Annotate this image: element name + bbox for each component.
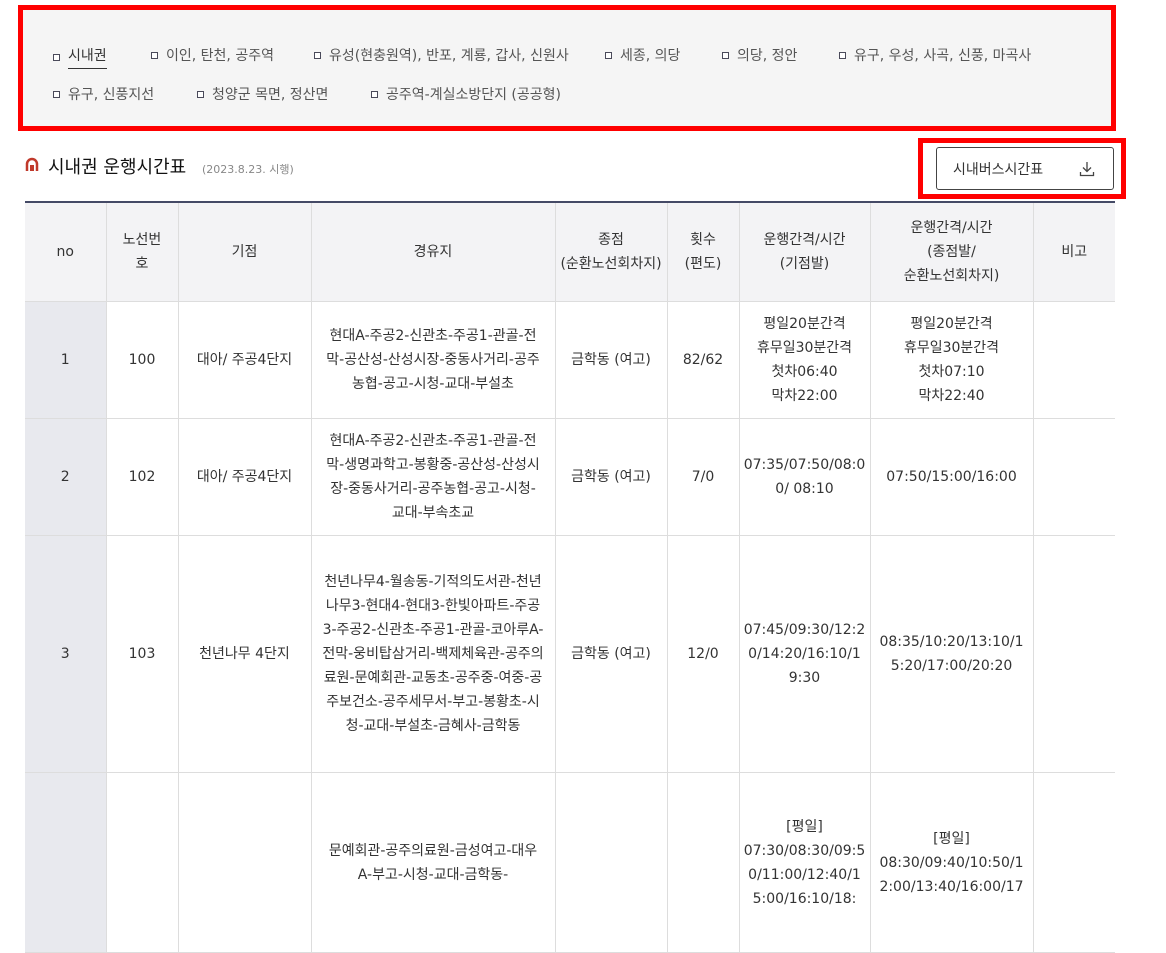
square-bullet-icon xyxy=(722,51,729,59)
download-timetable-button[interactable]: 시내버스시간표 xyxy=(936,147,1114,190)
section-title: 시내권 운행시간표 xyxy=(48,157,187,178)
cell-start-time: 평일20분간격 휴무일30분간격 첫차06:40 막차22:00 xyxy=(738,301,870,419)
cell-no: 2 xyxy=(25,418,106,536)
cell-count xyxy=(666,772,739,953)
cell-end: 금학동 (여고) xyxy=(554,418,667,536)
tab-cheongyang[interactable]: 청양군 목면, 정산면 xyxy=(197,84,328,104)
cell-route: 102 xyxy=(105,418,178,536)
cell-count: 82/62 xyxy=(666,301,739,419)
cell-end-time: [평일] 08:30/09:40/10:50/12:00/13:40/16:00… xyxy=(869,772,1033,953)
cell-start: 천년나무 4단지 xyxy=(177,535,311,773)
tab-yuseong[interactable]: 유성(현충원역), 반포, 계룡, 갑사, 신원사 xyxy=(314,45,569,65)
cell-end-time: 07:50/15:00/16:00 xyxy=(869,418,1033,536)
tab-sejong[interactable]: 세종, 의당 xyxy=(605,45,680,65)
timetable: no 노선번 호 기점 경유지 종점 (순환노선회차지) 횟수 (편도) 운행간격… xyxy=(25,201,1115,953)
cell-start: 대아/ 주공4단지 xyxy=(177,418,311,536)
download-label: 시내버스시간표 xyxy=(953,161,1044,178)
cell-via: 문예회관-공주의료원-금성여고-대우A-부고-시청-교대-금학동- xyxy=(310,772,555,953)
cell-start-time: 07:35/07:50/08:00/ 08:10 xyxy=(738,418,870,536)
square-bullet-icon xyxy=(151,51,158,59)
square-bullet-icon xyxy=(197,90,204,98)
download-icon xyxy=(1079,162,1095,177)
table-row: 문예회관-공주의료원-금성여고-대우A-부고-시청-교대-금학동- [평일] 0… xyxy=(25,772,1115,953)
square-bullet-icon xyxy=(314,51,321,59)
tab-yugu[interactable]: 유구, 우성, 사곡, 신풍, 마곡사 xyxy=(839,45,1031,65)
col-start: 기점 xyxy=(177,201,311,302)
cell-note xyxy=(1032,418,1115,536)
col-count: 횟수 (편도) xyxy=(666,201,739,302)
cell-via: 현대A-주공2-신관초-주공1-관골-전막-공산성-산성시장-중동사거리-공주농… xyxy=(310,301,555,419)
table-row: 2 102 대아/ 주공4단지 현대A-주공2-신관초-주공1-관골-전막-생명… xyxy=(25,418,1115,536)
tab-iin[interactable]: 이인, 탄천, 공주역 xyxy=(151,45,274,65)
cell-no: 3 xyxy=(25,535,106,773)
cell-end: 금학동 (여고) xyxy=(554,535,667,773)
cell-no xyxy=(25,772,106,953)
cell-route xyxy=(105,772,178,953)
cell-count: 7/0 xyxy=(666,418,739,536)
col-no: no xyxy=(25,201,106,302)
cell-start xyxy=(177,772,311,953)
cell-end-time: 08:35/10:20/13:10/15:20/17:00/20:20 xyxy=(869,535,1033,773)
col-route: 노선번 호 xyxy=(105,201,178,302)
tab-uidang[interactable]: 의당, 정안 xyxy=(722,45,797,65)
col-end-time: 운행간격/시간 (종점발/ 순환노선회차지) xyxy=(869,201,1033,302)
col-via: 경유지 xyxy=(310,201,555,302)
table-row: 1 100 대아/ 주공4단지 현대A-주공2-신관초-주공1-관골-전막-공산… xyxy=(25,301,1115,419)
cell-via: 천년나무4-월송동-기적의도서관-천년나무3-현대4-현대3-한빛아파트-주공3… xyxy=(310,535,555,773)
tab-yugu-branch[interactable]: 유구, 신풍지선 xyxy=(53,84,154,104)
square-bullet-icon xyxy=(53,53,60,61)
square-bullet-icon xyxy=(371,90,378,98)
cell-via: 현대A-주공2-신관초-주공1-관골-전막-생명과학고-봉황중-공산성-산성시장… xyxy=(310,418,555,536)
cell-route: 100 xyxy=(105,301,178,419)
cell-count: 12/0 xyxy=(666,535,739,773)
region-tabs-box: 시내권 이인, 탄천, 공주역 유성(현충원역), 반포, 계룡, 갑사, 신원… xyxy=(18,5,1116,131)
square-bullet-icon xyxy=(839,51,846,59)
effective-date: (2023.8.23. 시행) xyxy=(202,163,294,176)
table-header-row: no 노선번 호 기점 경유지 종점 (순환노선회차지) 횟수 (편도) 운행간격… xyxy=(25,201,1115,302)
cell-end: 금학동 (여고) xyxy=(554,301,667,419)
cell-start: 대아/ 주공4단지 xyxy=(177,301,311,419)
cell-end-time: 평일20분간격 휴무일30분간격 첫차07:10 막차22:40 xyxy=(869,301,1033,419)
cell-note xyxy=(1032,301,1115,419)
cell-route: 103 xyxy=(105,535,178,773)
cell-start-time: [평일] 07:30/08:30/09:50/11:00/12:40/15:00… xyxy=(738,772,870,953)
tab-gongjuyeok[interactable]: 공주역-계실소방단지 (공공형) xyxy=(371,84,561,104)
cell-no: 1 xyxy=(25,301,106,419)
cell-note xyxy=(1032,772,1115,953)
table-row: 3 103 천년나무 4단지 천년나무4-월송동-기적의도서관-천년나무3-현대… xyxy=(25,535,1115,773)
col-end: 종점 (순환노선회차지) xyxy=(554,201,667,302)
cell-note xyxy=(1032,535,1115,773)
col-note: 비고 xyxy=(1032,201,1115,302)
bus-stop-icon xyxy=(25,157,39,171)
square-bullet-icon xyxy=(53,90,60,98)
cell-end xyxy=(554,772,667,953)
cell-start-time: 07:45/09:30/12:20/14:20/16:10/19:30 xyxy=(738,535,870,773)
col-start-time: 운행간격/시간 (기점발) xyxy=(738,201,870,302)
square-bullet-icon xyxy=(605,51,612,59)
tab-downtown[interactable]: 시내권 xyxy=(53,45,107,69)
